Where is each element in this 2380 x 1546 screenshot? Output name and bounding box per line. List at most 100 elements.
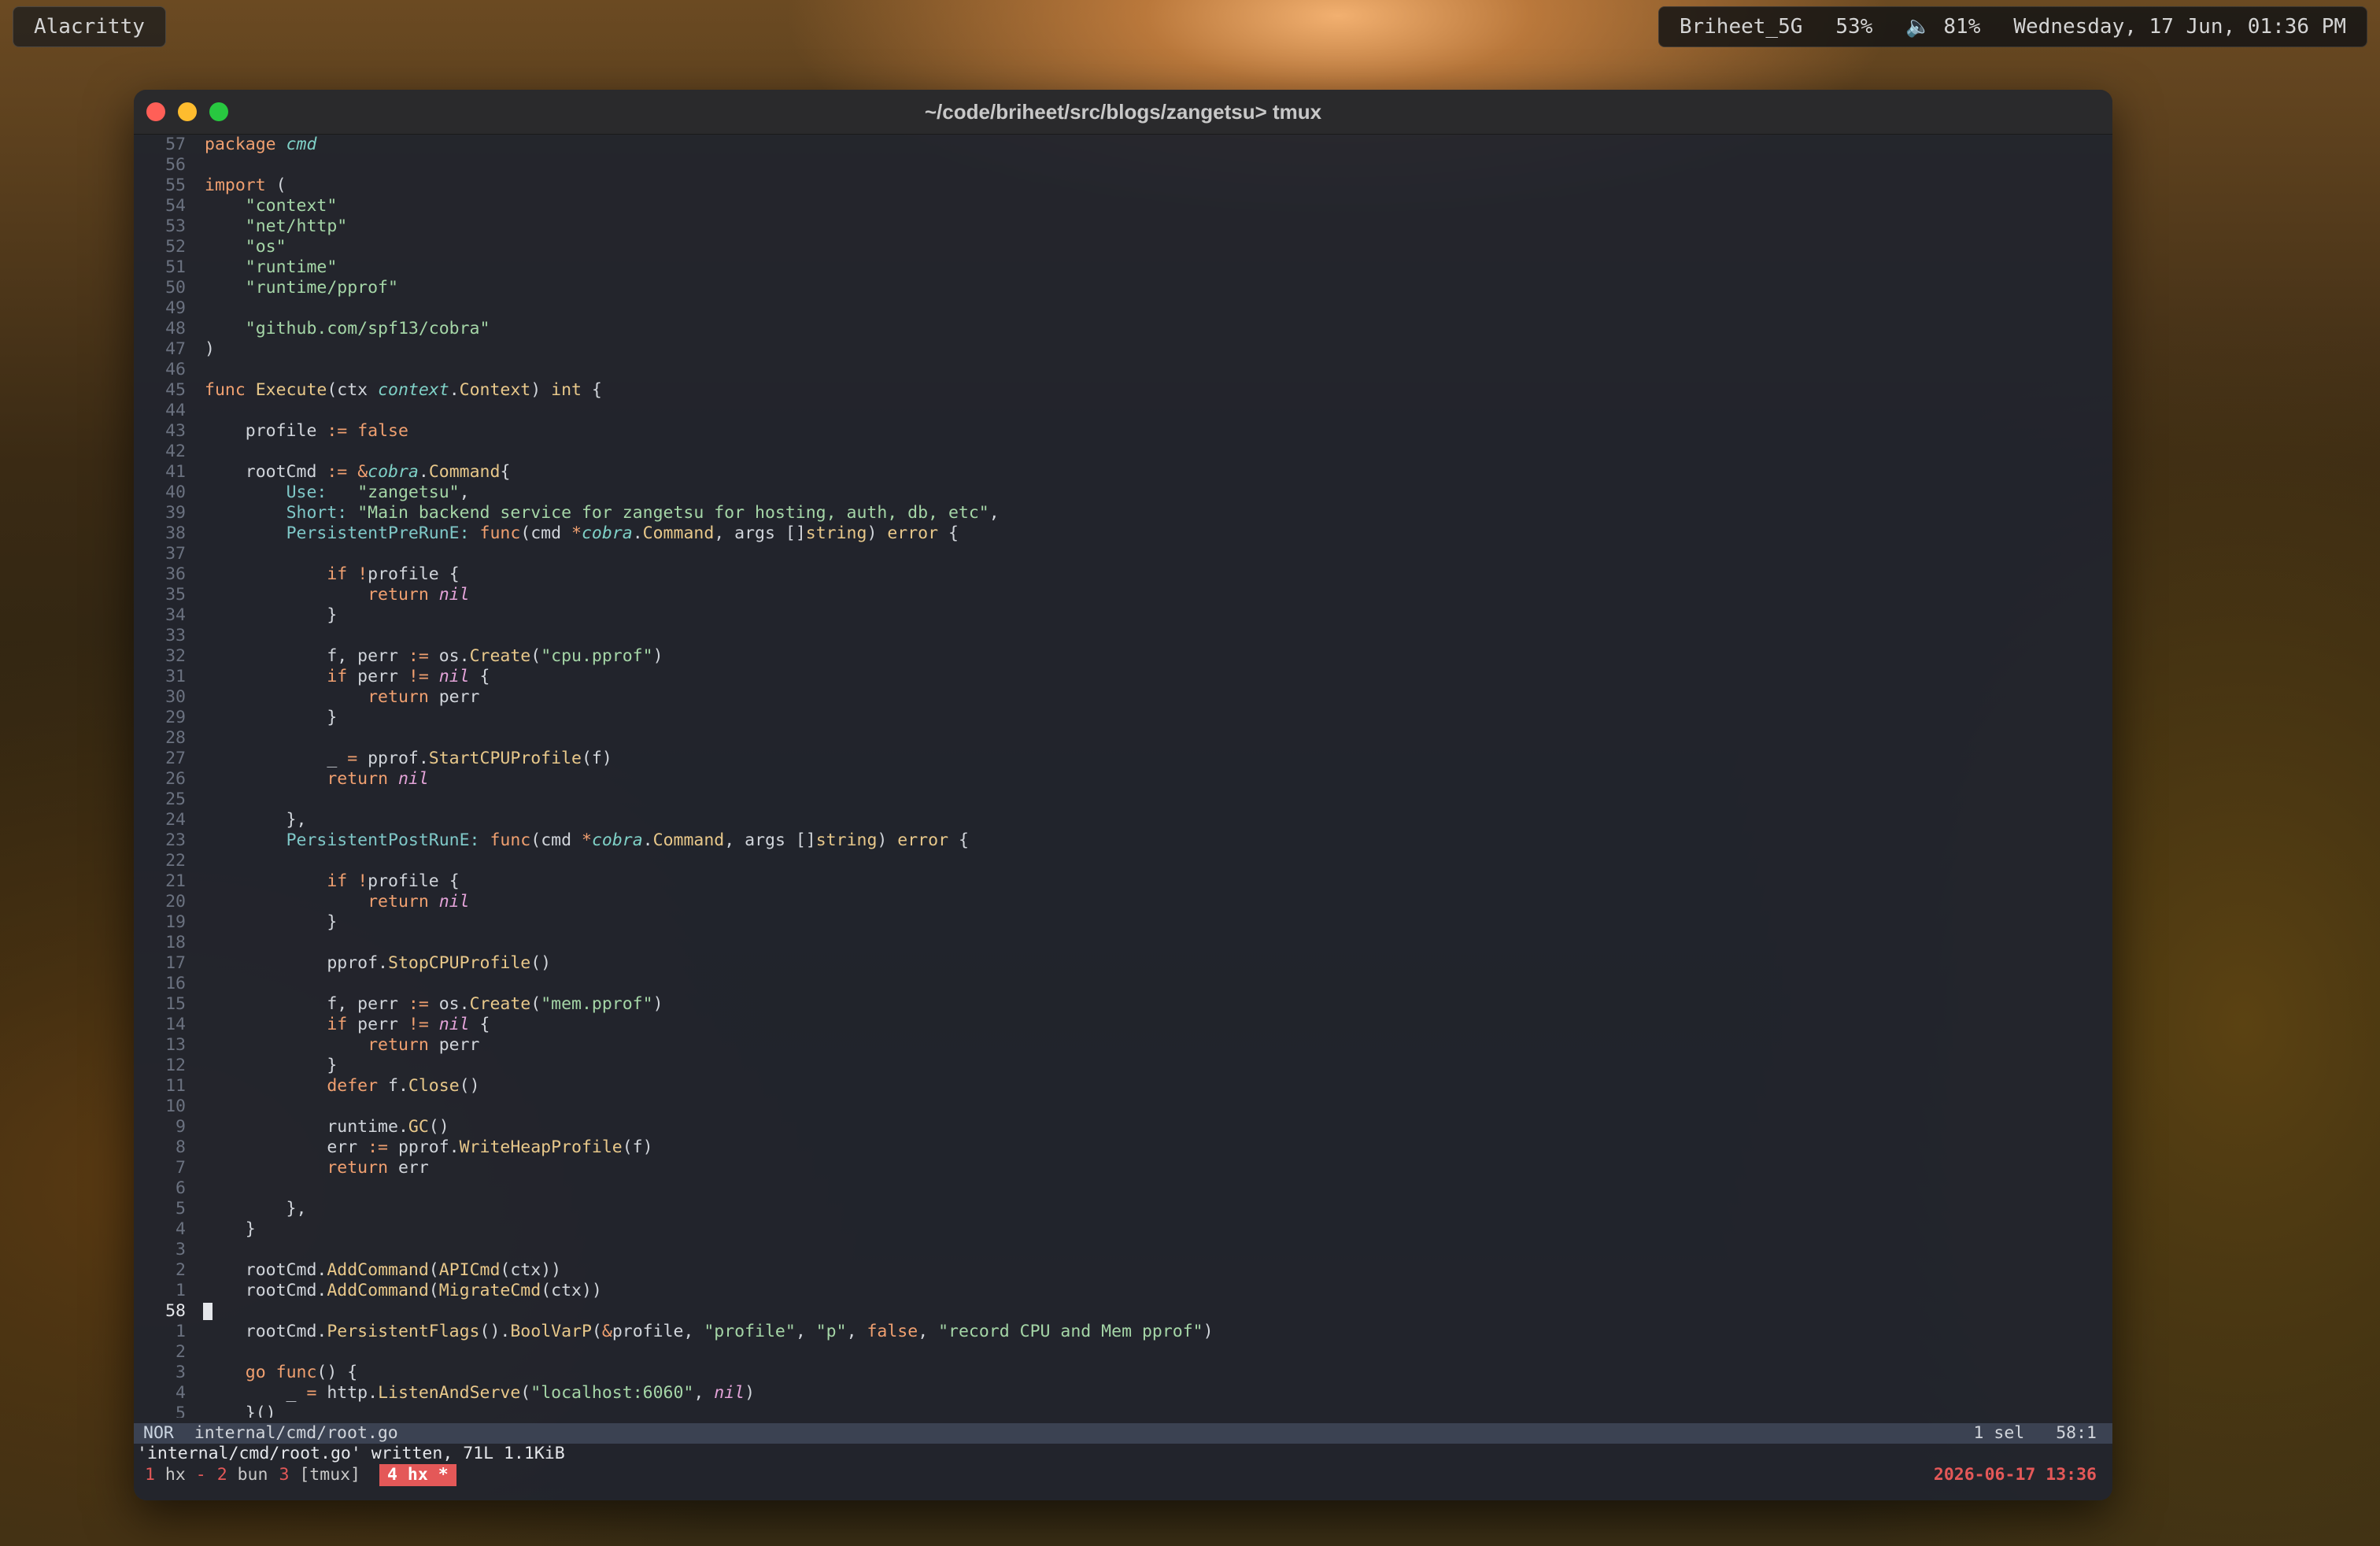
code-text: rootCmd := &cobra.Command{ — [205, 462, 511, 482]
code-line[interactable]: 47) — [134, 339, 2112, 360]
code-line[interactable]: 4 } — [134, 1219, 2112, 1240]
line-number: 15 — [165, 994, 186, 1014]
maximize-button[interactable] — [209, 102, 228, 121]
code-line[interactable]: 41 rootCmd := &cobra.Command{ — [134, 462, 2112, 483]
code-line[interactable]: 31 if perr != nil { — [134, 667, 2112, 687]
code-line[interactable]: 5 }() — [134, 1404, 2112, 1418]
tmux-window-index: 3 — [279, 1465, 290, 1485]
tmux-window[interactable]: 2 bun — [217, 1465, 268, 1485]
code-line[interactable]: 27 _ = pprof.StartCPUProfile(f) — [134, 749, 2112, 769]
code-line[interactable]: 3 — [134, 1240, 2112, 1260]
window-controls — [146, 102, 228, 121]
code-line[interactable]: 8 err := pprof.WriteHeapProfile(f) — [134, 1137, 2112, 1158]
code-text: Short: "Main backend service for zangets… — [286, 503, 1000, 523]
code-line[interactable]: 23 PersistentPostRunE: func(cmd *cobra.C… — [134, 830, 2112, 851]
code-line[interactable]: 34 } — [134, 605, 2112, 626]
code-line[interactable]: 50 "runtime/pprof" — [134, 278, 2112, 298]
code-line[interactable]: 17 pprof.StopCPUProfile() — [134, 953, 2112, 974]
code-text: }() — [205, 1404, 276, 1418]
line-number: 43 — [165, 421, 186, 441]
code-line[interactable]: 43 profile := false — [134, 421, 2112, 442]
code-line[interactable]: 58 — [134, 1301, 2112, 1322]
code-line[interactable]: 21 if !profile { — [134, 871, 2112, 892]
code-line[interactable]: 30 return perr — [134, 687, 2112, 708]
line-number: 16 — [165, 974, 186, 993]
line-number: 54 — [165, 196, 186, 216]
code-line[interactable]: 16 — [134, 974, 2112, 994]
line-number: 13 — [165, 1035, 186, 1055]
code-line[interactable]: 45 func Execute(ctx context.Context) int … — [134, 380, 2112, 401]
code-line[interactable]: 49 — [134, 298, 2112, 319]
code-line[interactable]: 20 return nil — [134, 892, 2112, 912]
code-line[interactable]: 12 } — [134, 1056, 2112, 1076]
code-text: rootCmd.AddCommand(MigrateCmd(ctx)) — [205, 1281, 602, 1300]
line-number: 24 — [165, 810, 186, 830]
tmux-window[interactable]: 3 [tmux] — [279, 1465, 360, 1485]
code-line[interactable]: 5 }, — [134, 1199, 2112, 1219]
code-line[interactable]: 22 — [134, 851, 2112, 871]
minimize-button[interactable] — [178, 102, 197, 121]
code-text: func Execute(ctx context.Context) int { — [205, 380, 602, 400]
close-button[interactable] — [146, 102, 165, 121]
code-line[interactable]: 24 }, — [134, 810, 2112, 830]
code-line[interactable]: 54 "context" — [134, 196, 2112, 216]
line-number: 5 — [176, 1404, 186, 1418]
tmux-window-active[interactable]: 4 hx * — [379, 1464, 456, 1486]
code-line[interactable]: 39 Short: "Main backend service for zang… — [134, 503, 2112, 523]
line-number: 28 — [165, 728, 186, 748]
code-line[interactable]: 7 return err — [134, 1158, 2112, 1178]
code-line[interactable]: 18 — [134, 933, 2112, 953]
code-text: if !profile { — [327, 564, 460, 584]
code-text: } — [205, 1056, 338, 1075]
code-line[interactable]: 32 f, perr := os.Create("cpu.pprof") — [134, 646, 2112, 667]
code-line[interactable]: 1 rootCmd.AddCommand(MigrateCmd(ctx)) — [134, 1281, 2112, 1301]
code-line[interactable]: 25 — [134, 790, 2112, 810]
code-line[interactable]: 3 go func() { — [134, 1363, 2112, 1383]
code-line[interactable]: 37 — [134, 544, 2112, 564]
code-line[interactable]: 19 } — [134, 912, 2112, 933]
code-line[interactable]: 28 — [134, 728, 2112, 749]
code-line[interactable]: 15 f, perr := os.Create("mem.pprof") — [134, 994, 2112, 1015]
code-line[interactable]: 11 defer f.Close() — [134, 1076, 2112, 1097]
code-line[interactable]: 42 — [134, 442, 2112, 462]
code-line[interactable]: 9 runtime.GC() — [134, 1117, 2112, 1137]
code-text: } — [205, 708, 338, 727]
code-line[interactable]: 44 — [134, 401, 2112, 421]
code-line[interactable]: 26 return nil — [134, 769, 2112, 790]
code-line[interactable]: 36 if !profile { — [134, 564, 2112, 585]
code-line[interactable]: 29 } — [134, 708, 2112, 728]
wifi-name[interactable]: Briheet_5G — [1680, 15, 1803, 39]
title-bar[interactable]: ~/code/briheet/src/blogs/zangetsu> tmux — [134, 90, 2112, 135]
code-line[interactable]: 1 rootCmd.PersistentFlags().BoolVarP(&pr… — [134, 1322, 2112, 1342]
code-line[interactable]: 53 "net/http" — [134, 216, 2112, 237]
code-editor[interactable]: 57 package cmd 56 55 import (54 "context" 53 … — [134, 135, 2112, 1418]
code-line[interactable]: 6 — [134, 1178, 2112, 1199]
selection-count: 1 sel — [1973, 1423, 2025, 1443]
code-line[interactable]: 48 "github.com/spf13/cobra" — [134, 319, 2112, 339]
code-line[interactable]: 2 — [134, 1342, 2112, 1363]
code-line[interactable]: 13 return perr — [134, 1035, 2112, 1056]
tmux-window[interactable]: 1 hx - — [145, 1465, 206, 1485]
volume-indicator[interactable]: 🔈 81% — [1905, 15, 1980, 39]
code-line[interactable]: 56 — [134, 155, 2112, 176]
code-line[interactable]: 40 Use: "zangetsu", — [134, 483, 2112, 503]
code-line[interactable]: 4 _ = http.ListenAndServe("localhost:606… — [134, 1383, 2112, 1404]
line-number: 30 — [165, 687, 186, 707]
clock[interactable]: Wednesday, 17 Jun, 01:36 PM — [2013, 15, 2346, 39]
code-line[interactable]: 38 PersistentPreRunE: func(cmd *cobra.Co… — [134, 523, 2112, 544]
code-line[interactable]: 35 return nil — [134, 585, 2112, 605]
line-number: 44 — [165, 401, 186, 420]
code-line[interactable]: 51 "runtime" — [134, 257, 2112, 278]
code-line[interactable]: 46 — [134, 360, 2112, 380]
code-line[interactable]: 33 — [134, 626, 2112, 646]
code-line[interactable]: 10 — [134, 1097, 2112, 1117]
code-line[interactable]: 52 "os" — [134, 237, 2112, 257]
code-line[interactable]: 2 rootCmd.AddCommand(APICmd(ctx)) — [134, 1260, 2112, 1281]
line-number: 23 — [165, 830, 186, 850]
code-line[interactable]: 57 package cmd — [134, 135, 2112, 155]
code-line[interactable]: 14 if perr != nil { — [134, 1015, 2112, 1035]
battery-level[interactable]: 53% — [1835, 15, 1872, 39]
code-line[interactable]: 55 import ( — [134, 176, 2112, 196]
file-path: internal/cmd/root.go — [194, 1423, 398, 1443]
